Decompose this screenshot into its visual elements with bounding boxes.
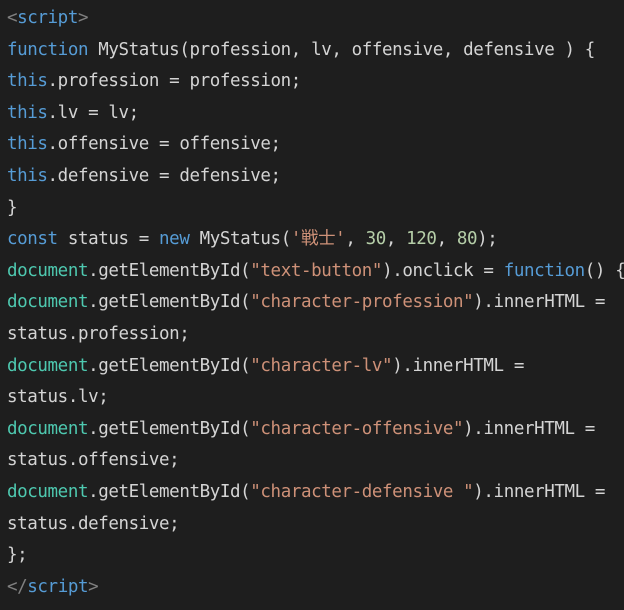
tag-name: script	[27, 576, 89, 597]
method-call: .getElementById(	[88, 292, 251, 313]
closing-brace: };	[7, 545, 28, 566]
assignment-text: .lv = lv;	[47, 102, 140, 123]
keyword-this: this	[7, 165, 48, 186]
code-line-10: document.getElementById("character-profe…	[7, 287, 624, 319]
object-document: document	[7, 355, 89, 376]
number-literal: 80	[456, 229, 478, 250]
object-document: document	[7, 481, 89, 502]
function-open: () {	[584, 260, 624, 281]
code-line-13: status.lv;	[7, 382, 624, 414]
statement-end: );	[477, 229, 498, 250]
string-literal: "character-lv"	[250, 355, 393, 376]
number-literal: 120	[406, 229, 437, 250]
code-line-11: status.profession;	[7, 319, 624, 351]
property-assignment: ).innerHTML =	[473, 292, 606, 313]
code-line-19: </script>	[7, 572, 624, 604]
code-line-4: this.lv = lv;	[7, 98, 624, 130]
string-literal: "character-defensive "	[250, 481, 474, 502]
assignment-text: .profession = profession;	[47, 71, 302, 92]
string-literal: "text-button"	[250, 260, 383, 281]
keyword-this: this	[7, 102, 48, 123]
object-document: document	[7, 260, 89, 281]
value-expression: status.profession;	[7, 323, 190, 344]
property-assignment: ).innerHTML =	[463, 418, 595, 439]
keyword-this: this	[7, 134, 48, 155]
object-document: document	[7, 292, 89, 313]
code-line-1: <script>	[7, 3, 624, 35]
keyword-function: function	[503, 260, 585, 281]
tag-open-bracket: <	[7, 8, 18, 28]
assignment-text: .defensive = defensive;	[47, 165, 282, 186]
value-expression: status.offensive;	[7, 450, 180, 471]
string-literal: "character-profession"	[250, 292, 474, 313]
method-call: .getElementById(	[88, 481, 251, 502]
method-call: .getElementById(	[88, 355, 251, 376]
declaration-text: status =	[57, 229, 160, 250]
code-line-16: document.getElementById("character-defen…	[7, 477, 624, 509]
assignment-text: .offensive = offensive;	[47, 134, 282, 155]
tag-open-bracket: </	[7, 576, 28, 597]
code-line-14: document.getElementById("character-offen…	[7, 414, 624, 446]
closing-brace: }	[7, 197, 18, 218]
object-document: document	[7, 418, 89, 439]
separator: ,	[385, 229, 407, 250]
code-editor[interactable]: <script> function MyStatus(profession, l…	[0, 0, 624, 610]
keyword-const: const	[7, 229, 58, 250]
separator: ,	[345, 229, 366, 250]
value-expression: status.lv;	[7, 387, 109, 408]
tag-close-bracket: >	[77, 8, 89, 28]
code-line-12: document.getElementById("character-lv").…	[7, 351, 624, 383]
code-line-5: this.offensive = offensive;	[7, 129, 624, 161]
string-literal: "character-offensive"	[250, 418, 464, 439]
code-line-2: function MyStatus(profession, lv, offens…	[7, 35, 624, 67]
number-literal: 30	[365, 229, 387, 250]
keyword-function: function	[7, 39, 89, 60]
tag-close-bracket: >	[88, 576, 99, 597]
property-assignment: ).innerHTML =	[392, 355, 524, 376]
code-line-17: status.defensive;	[7, 509, 624, 541]
code-line-7: }	[7, 193, 624, 225]
value-expression: status.defensive;	[7, 513, 180, 534]
keyword-this: this	[7, 71, 48, 92]
separator: ,	[436, 229, 457, 250]
constructor-call: MyStatus(	[189, 229, 292, 250]
code-line-18: };	[7, 540, 624, 572]
tag-name: script	[17, 8, 78, 28]
code-line-6: this.defensive = defensive;	[7, 161, 624, 193]
function-signature: MyStatus(profession, lv, offensive, defe…	[88, 39, 595, 60]
code-line-9: document.getElementById("text-button").o…	[7, 256, 624, 288]
handler-assignment: ).onclick =	[382, 260, 504, 281]
code-line-3: this.profession = profession;	[7, 66, 624, 98]
string-literal: '戦士'	[290, 229, 346, 250]
method-call: .getElementById(	[88, 260, 251, 281]
code-line-8: const status = new MyStatus('戦士', 30, 12…	[7, 224, 624, 256]
property-assignment: ).innerHTML =	[473, 481, 606, 502]
method-call: .getElementById(	[88, 418, 251, 439]
keyword-new: new	[159, 229, 190, 250]
code-line-15: status.offensive;	[7, 445, 624, 477]
